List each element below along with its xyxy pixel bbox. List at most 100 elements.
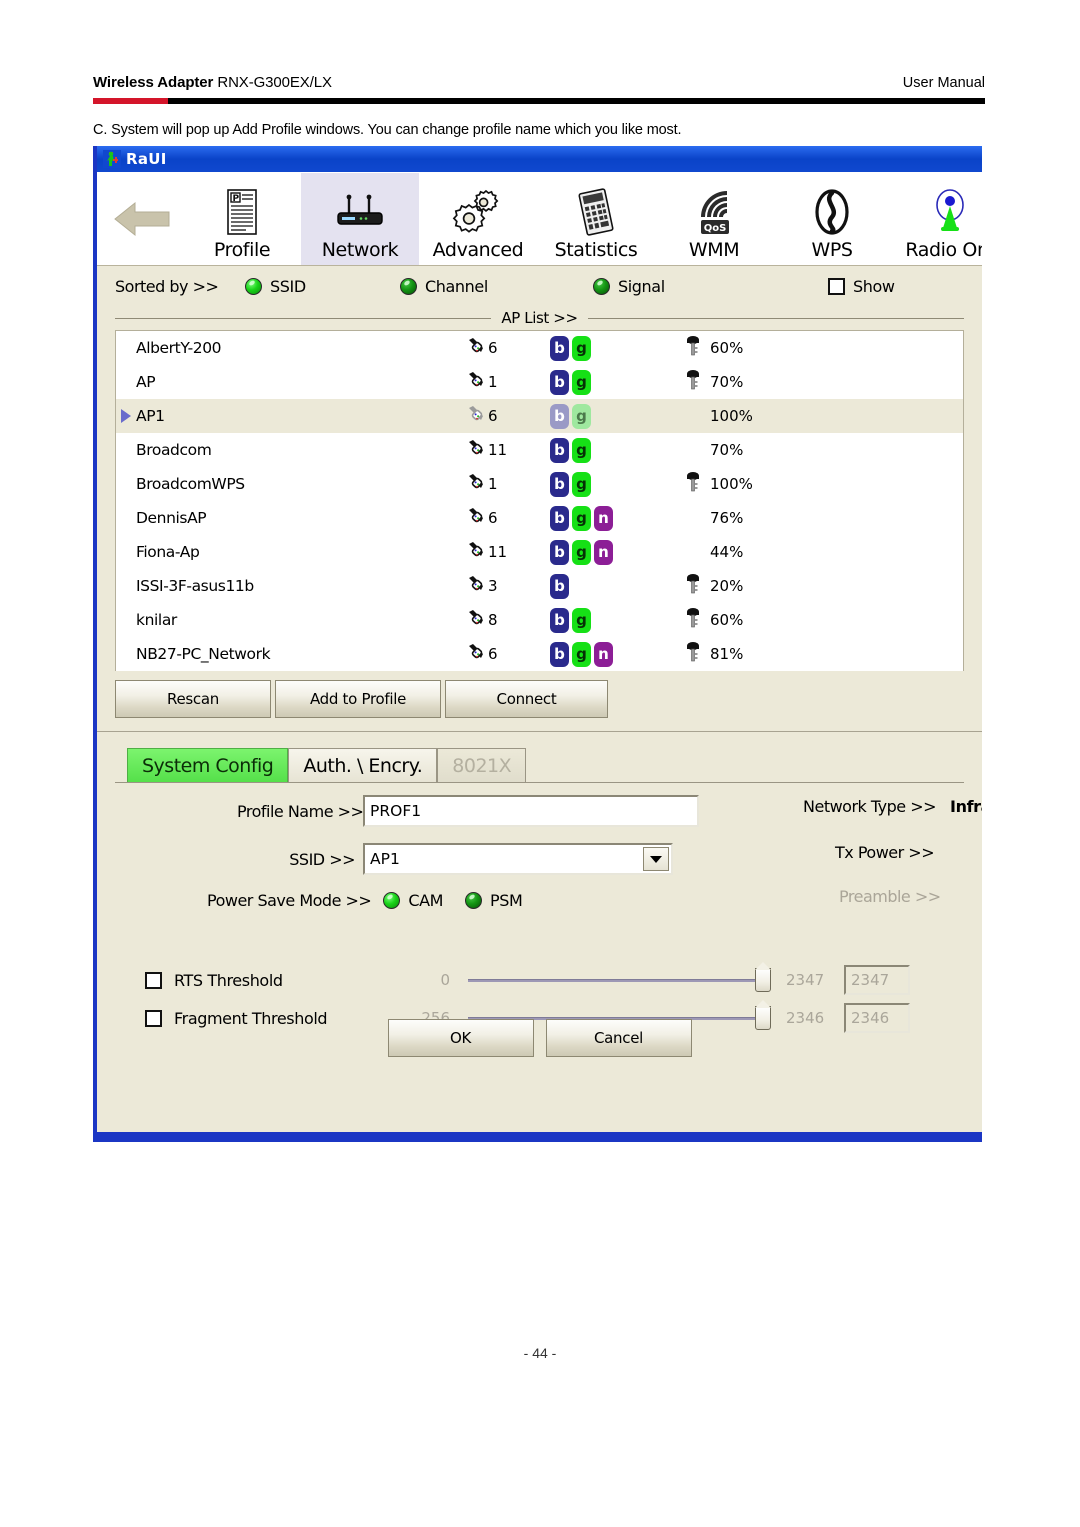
- rts-threshold-label: RTS Threshold: [174, 970, 283, 990]
- sort-option-signal[interactable]: Signal: [593, 277, 828, 296]
- cell-security: [680, 369, 706, 396]
- sorted-by-label: Sorted by >>: [115, 276, 219, 296]
- channel-number: 11: [488, 543, 508, 561]
- table-row[interactable]: AP1 6 b g 100%: [116, 399, 963, 433]
- standard-badge-b: b: [550, 471, 569, 497]
- tab-system-config[interactable]: System Config: [127, 748, 289, 782]
- cell-standards: bg: [550, 437, 680, 463]
- channel-antenna-icon: [466, 404, 486, 429]
- table-row[interactable]: BroadcomWPS 1 b g 100%: [116, 467, 963, 501]
- cell-signal-bar: [772, 610, 963, 630]
- svg-text:QoS: QoS: [704, 223, 727, 234]
- profile-name-input[interactable]: PROF1: [363, 795, 699, 827]
- cell-channel: 1: [466, 370, 550, 395]
- rts-threshold-min: 0: [440, 971, 450, 989]
- power-save-option-cam[interactable]: CAM: [383, 891, 443, 910]
- toolbar-label-wps: WPS: [811, 239, 853, 261]
- window-title: RaUI: [126, 150, 167, 168]
- ok-button[interactable]: OK: [387, 1019, 534, 1057]
- cell-signal-percent: 76%: [710, 509, 744, 527]
- rescan-button[interactable]: Rescan: [115, 680, 271, 718]
- chevron-down-icon[interactable]: [643, 847, 669, 871]
- power-save-mode-field: Power Save Mode >> CAM PSM: [207, 891, 523, 910]
- channel-number: 11: [488, 441, 508, 459]
- lock-key-icon: [685, 607, 701, 634]
- cell-ssid: Broadcom: [136, 441, 212, 459]
- toolbar-item-radio-on-off[interactable]: Radio On/: [891, 173, 982, 265]
- ap-list-table[interactable]: AlbertY-200 6 b g 60% AP 1 b g 70% AP1 6 b g 100% Broad…: [115, 330, 964, 671]
- standard-badge-b: b: [550, 607, 569, 633]
- toolbar-label-radio: Radio On/: [905, 239, 982, 261]
- channel-antenna-icon: [466, 438, 486, 463]
- power-save-option-psm[interactable]: PSM: [465, 891, 523, 910]
- standard-badge-g: g: [572, 505, 591, 531]
- sort-option-ssid[interactable]: SSID: [245, 277, 400, 296]
- rts-threshold-checkbox[interactable]: [145, 971, 162, 989]
- toolbar-item-advanced[interactable]: Advanced: [419, 173, 537, 265]
- table-row[interactable]: Broadcom 11 b g 70%: [116, 433, 963, 467]
- standard-badge-b: b: [550, 403, 569, 429]
- tab-auth-encry[interactable]: Auth. \ Encry.: [288, 748, 438, 782]
- sort-label-channel: Channel: [425, 276, 488, 296]
- cell-standards: bg: [550, 335, 680, 361]
- rts-threshold-value[interactable]: 2347: [844, 965, 910, 995]
- back-arrow-icon[interactable]: [101, 173, 183, 265]
- tab-8021x[interactable]: 8021X: [437, 748, 527, 782]
- radio-signal-icon[interactable]: [593, 277, 610, 295]
- ssid-label: SSID >>: [289, 849, 355, 869]
- channel-number: 3: [488, 577, 498, 595]
- radio-psm-icon[interactable]: [465, 892, 483, 909]
- cell-signal-bar: [772, 474, 963, 494]
- table-row[interactable]: NB27-PC_Network 6 b g n 81%: [116, 637, 963, 671]
- cell-signal-bar: [772, 542, 963, 562]
- radio-ssid-icon[interactable]: [245, 277, 262, 295]
- raui-window: RaUI P Profile Network Advanced Statisti…: [93, 146, 982, 1142]
- sort-label-ssid: SSID: [270, 276, 306, 296]
- cell-signal-percent: 100%: [710, 407, 753, 425]
- cell-channel: 6: [466, 506, 550, 531]
- cancel-button[interactable]: Cancel: [545, 1019, 692, 1057]
- toolbar-item-wps[interactable]: WPS: [773, 173, 891, 265]
- table-row[interactable]: Fiona-Ap 11 b g n 44%: [116, 535, 963, 569]
- radio-channel-icon[interactable]: [400, 277, 417, 295]
- standard-badge-g: g: [572, 641, 591, 667]
- ssid-combobox[interactable]: AP1: [363, 843, 673, 875]
- cell-ssid: ISSI-3F-asus11b: [136, 577, 254, 595]
- radio-cam-icon[interactable]: [383, 892, 401, 909]
- cell-standards: bg: [550, 607, 680, 633]
- table-row[interactable]: knilar 8 b g 60%: [116, 603, 963, 637]
- show-checkbox-group[interactable]: Show: [828, 277, 895, 296]
- standard-badge-n: n: [594, 505, 613, 531]
- table-row[interactable]: AlbertY-200 6 b g 60%: [116, 331, 963, 365]
- table-row[interactable]: AP 1 b g 70%: [116, 365, 963, 399]
- rts-threshold-row: RTS Threshold 0 2347 2347: [145, 962, 910, 995]
- table-row[interactable]: ISSI-3F-asus11b 3 b 20%: [116, 569, 963, 603]
- channel-number: 1: [488, 373, 498, 391]
- cell-signal-bar: [772, 440, 963, 460]
- cell-ssid: NB27-PC_Network: [136, 645, 271, 663]
- table-row[interactable]: DennisAP 6 b g n 76%: [116, 501, 963, 535]
- toolbar-item-profile[interactable]: P Profile: [183, 173, 301, 265]
- cell-standards: bgn: [550, 505, 680, 531]
- connect-button[interactable]: Connect: [445, 680, 608, 718]
- add-to-profile-button[interactable]: Add to Profile: [275, 680, 441, 718]
- window-bottom-bar: [97, 1132, 982, 1142]
- show-checkbox[interactable]: [828, 277, 845, 295]
- rts-threshold-slider[interactable]: [468, 962, 771, 992]
- sort-option-channel[interactable]: Channel: [400, 277, 593, 296]
- cell-channel: 11: [466, 540, 550, 565]
- toolbar-item-wmm[interactable]: QoS WMM: [655, 173, 773, 265]
- toolbar-item-network[interactable]: Network: [301, 173, 419, 265]
- ssid-combobox-value: AP1: [370, 850, 400, 868]
- cell-standards: bgn: [550, 641, 680, 667]
- cell-signal-percent: 100%: [710, 475, 753, 493]
- cell-security: [680, 573, 706, 600]
- divider-line-right: [587, 317, 965, 319]
- cell-signal-bar: [772, 508, 963, 528]
- slider-thumb[interactable]: [755, 962, 771, 992]
- cell-signal-percent: 70%: [710, 373, 744, 391]
- network-type-value[interactable]: Infrast: [950, 797, 982, 816]
- toolbar-item-statistics[interactable]: Statistics: [537, 173, 655, 265]
- tx-power-label: Tx Power >>: [835, 843, 935, 862]
- toolbar-label-advanced: Advanced: [432, 239, 524, 261]
